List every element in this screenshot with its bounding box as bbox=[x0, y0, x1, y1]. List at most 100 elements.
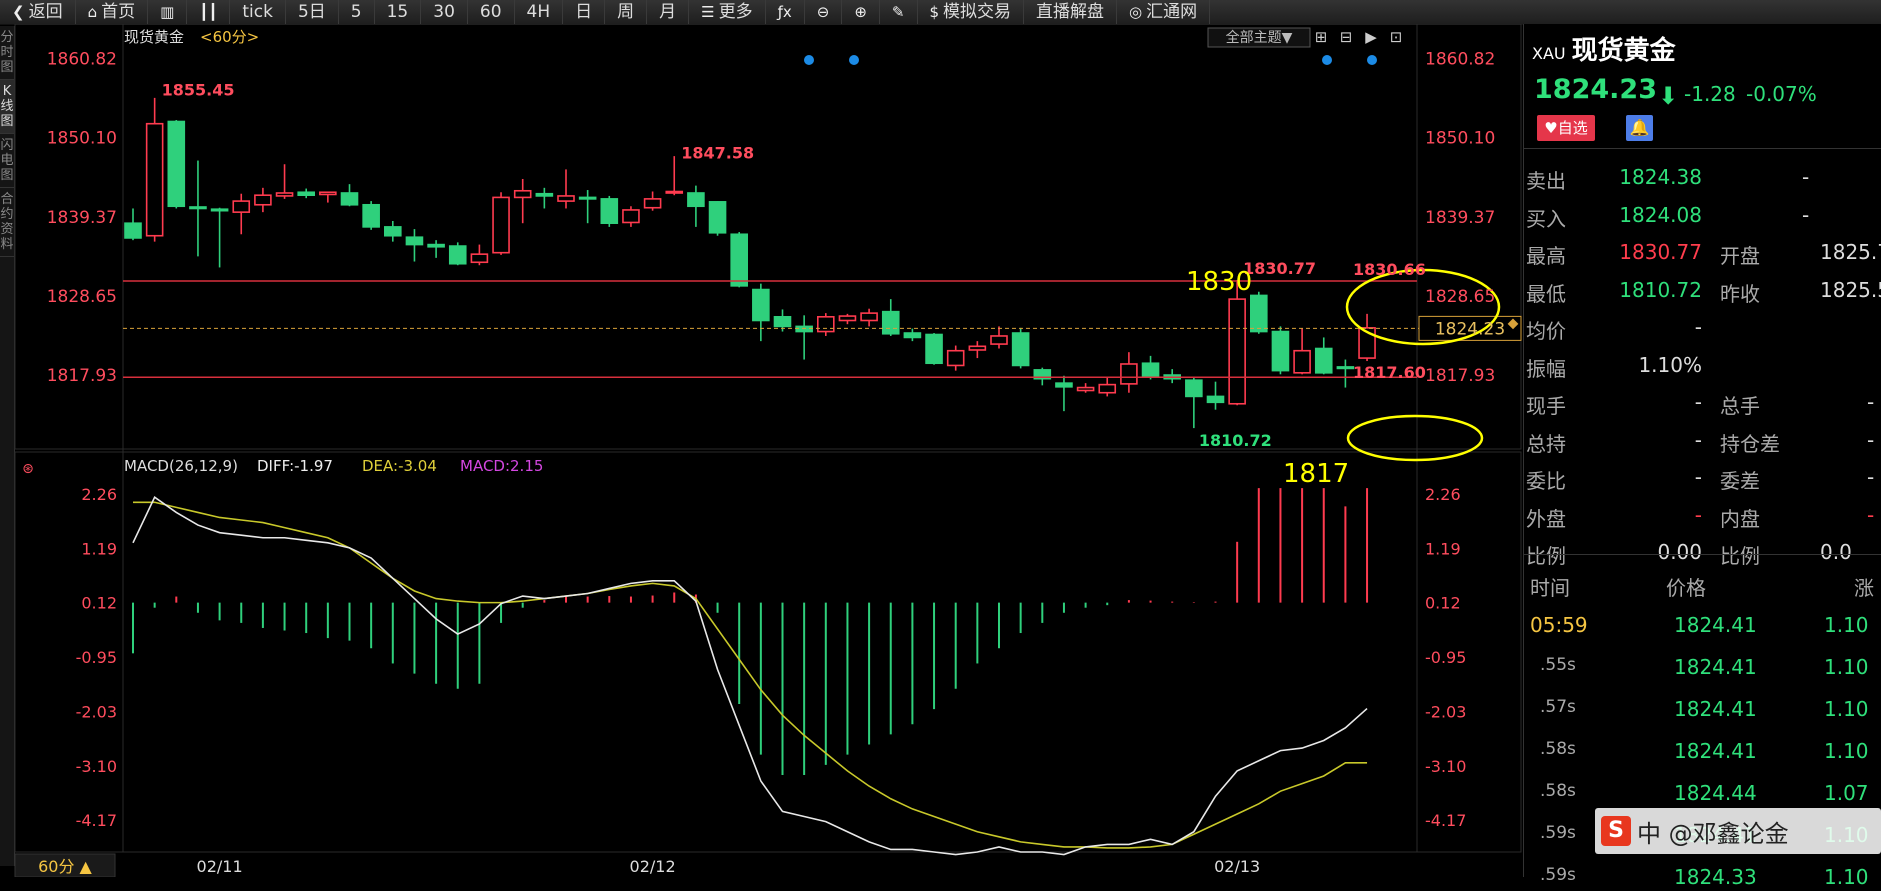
candle-body bbox=[1185, 379, 1203, 398]
toolbar-sim-trade-button[interactable]: $ 模拟交易 bbox=[918, 0, 1025, 24]
bell-icon: 🔔 bbox=[1629, 118, 1650, 137]
tick-row: .55s 1824.41 1.10 bbox=[1524, 651, 1881, 681]
toolbar-draw-button[interactable]: ✎ bbox=[880, 0, 918, 24]
candle-body bbox=[773, 316, 792, 328]
candle-body bbox=[860, 312, 878, 322]
price-alert-button[interactable]: 🔔 bbox=[1626, 115, 1653, 141]
macd-diff-label: DIFF:-1.97 bbox=[257, 457, 333, 475]
candle-body bbox=[1120, 363, 1138, 385]
indicator-settings-icon: ⊛ bbox=[22, 461, 34, 477]
toolbar-more-button[interactable]: ☰ 更多 bbox=[689, 0, 766, 24]
toolbar-30-button[interactable]: 30 bbox=[421, 0, 468, 24]
quote-label-2: 昨收 bbox=[1720, 281, 1760, 306]
watermark-text: 中 @邓鑫论金 bbox=[1637, 819, 1789, 848]
local-high-label: 1847.58 bbox=[681, 143, 754, 162]
toolbar-week-button[interactable]: 周 bbox=[605, 0, 648, 24]
candle-body bbox=[1314, 347, 1333, 374]
macd-dea-line bbox=[133, 501, 1368, 849]
toolbar-bars-button[interactable]: ▥ bbox=[148, 0, 188, 24]
toolbar-zoom-in-button[interactable]: ⊕ bbox=[842, 0, 880, 24]
toolbar-label: 更多 bbox=[718, 2, 753, 22]
quote-label-2: 总手 bbox=[1720, 394, 1760, 418]
toolbar-back-button[interactable]: ❮ 返回 bbox=[0, 0, 76, 24]
candle-body bbox=[492, 196, 510, 254]
recent-high-label: 1830.77 bbox=[1243, 259, 1316, 278]
toolbar-label: 月 bbox=[659, 2, 677, 22]
quote-value-2: - bbox=[1867, 427, 1875, 452]
candle-body bbox=[275, 192, 294, 197]
quote-label: 均价 bbox=[1526, 319, 1566, 343]
candle-body bbox=[319, 191, 337, 196]
quote-row: 总持 - 持仓差 - bbox=[1524, 424, 1881, 456]
candle-body bbox=[665, 190, 684, 194]
candle-body bbox=[968, 345, 987, 351]
last-price: 1824.23 bbox=[1534, 74, 1657, 105]
price-tick-left: 1839.37 bbox=[47, 208, 117, 228]
toolbar: ❮ 返回 ⌂ 首页 ▥ ┃┃ tick 5日 5 15 30 60 4H 日周月 ☰ 更多 ƒx ⊖ ⊕ ✎ $ 模拟交易… bbox=[0, 0, 1881, 25]
candle-body bbox=[210, 208, 229, 212]
toolbar-month-button[interactable]: 月 bbox=[647, 0, 690, 24]
favorite-label: 自选 bbox=[1557, 119, 1588, 137]
highlight-ellipse-lower bbox=[1346, 414, 1484, 462]
macd-tick-right: -2.03 bbox=[1425, 703, 1466, 722]
quote-row: 现手 - 总手 - bbox=[1524, 386, 1881, 418]
macd-tick-left: -3.10 bbox=[76, 757, 117, 776]
candle-body bbox=[297, 191, 316, 196]
low-label: 1810.72 bbox=[1199, 431, 1272, 450]
candle-body bbox=[1206, 395, 1225, 404]
toolbar-huitong-button[interactable]: ◎ 汇通网 bbox=[1117, 0, 1211, 24]
toolbar-live-button[interactable]: 直播解盘 bbox=[1024, 0, 1118, 24]
toolbar-zoom-out-button[interactable]: ⊖ bbox=[805, 0, 843, 24]
tick-cell: 1.10 bbox=[1824, 613, 1869, 637]
candle-body bbox=[730, 233, 749, 287]
quote-label-2: 开盘 bbox=[1720, 244, 1760, 268]
toolbar-4h-button[interactable]: 4H bbox=[515, 0, 564, 24]
quote-value: - bbox=[1694, 315, 1702, 339]
home-icon: ⌂ bbox=[87, 3, 98, 21]
toolbar-home-button[interactable]: ⌂ 首页 bbox=[76, 0, 149, 24]
quote-value: - bbox=[1694, 502, 1702, 527]
tick-header-cell: 价格 bbox=[1666, 576, 1706, 600]
candle-body bbox=[167, 120, 186, 208]
toolbar-5-button[interactable]: 5 bbox=[339, 0, 375, 24]
toolbar-fx-button[interactable]: ƒx bbox=[766, 0, 805, 24]
quote-label-2: 委差 bbox=[1720, 469, 1760, 493]
tick-cell: 1.10 bbox=[1824, 739, 1869, 763]
quote-value-2: 1825.5 bbox=[1820, 277, 1881, 302]
toolbar-tick-button[interactable]: tick bbox=[230, 0, 286, 24]
tick-row: .59s 1824.33 1.10 bbox=[1524, 861, 1881, 891]
macd-tick-right: -0.95 bbox=[1425, 648, 1466, 667]
toolbar-day-button[interactable]: 日 bbox=[563, 0, 606, 24]
fx-icon: ƒx bbox=[777, 3, 792, 21]
toolbar-label: 5 bbox=[350, 2, 362, 22]
event-dot bbox=[849, 55, 859, 65]
candle-body bbox=[687, 192, 705, 208]
event-dot bbox=[1367, 55, 1377, 65]
candle-body bbox=[1336, 366, 1355, 370]
kline-chart[interactable]: ◆ 1860.82 1860.82 1850.10 1850.10 1839.37 183… bbox=[0, 24, 1523, 877]
toolbar-5day-button[interactable]: 5日 bbox=[286, 0, 339, 24]
quote-value: - bbox=[1694, 427, 1702, 452]
candle-body bbox=[881, 310, 900, 335]
quote-value: - bbox=[1694, 390, 1702, 414]
toolbar-label: 返回 bbox=[28, 2, 63, 22]
quote-value: 1830.77 bbox=[1619, 240, 1702, 264]
toolbar-15-button[interactable]: 15 bbox=[375, 0, 422, 24]
toolbar-label: 日 bbox=[575, 2, 593, 22]
price-marker-icon: ◆ bbox=[1508, 315, 1519, 331]
price-tick-right: 1839.37 bbox=[1425, 208, 1495, 228]
candle-body bbox=[427, 243, 445, 248]
dollar-icon: $ bbox=[929, 3, 940, 21]
macd-tick-left: 2.26 bbox=[81, 485, 117, 504]
candle-body bbox=[1011, 332, 1030, 367]
toolbar-candles-button[interactable]: ┃┃ bbox=[187, 0, 231, 24]
tick-cell: .55s bbox=[1540, 655, 1576, 675]
toolbar-60-button[interactable]: 60 bbox=[468, 0, 515, 24]
candle-body bbox=[708, 201, 727, 234]
macd-tick-left: -4.17 bbox=[76, 811, 117, 830]
macd-dea-label: DEA:-3.04 bbox=[362, 457, 437, 475]
candle-body bbox=[752, 288, 770, 322]
add-favorite-button[interactable]: ♥自选 bbox=[1537, 115, 1595, 141]
symbol-name: 现货黄金 bbox=[1571, 36, 1676, 66]
note-1817: 1817 bbox=[1283, 459, 1349, 489]
